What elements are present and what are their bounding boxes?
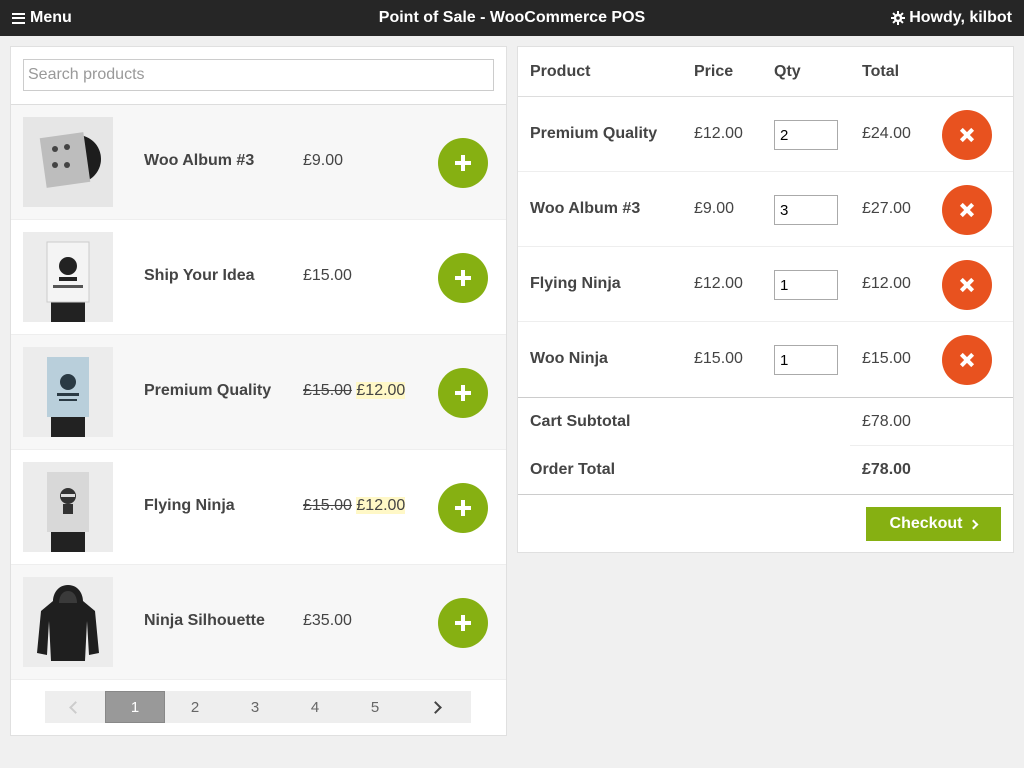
cart-item-name: Flying Ninja — [530, 275, 621, 292]
regular-price: £15.00 — [303, 382, 352, 399]
product-price: £35.00 — [303, 612, 352, 629]
product-list: Woo Album #3 £9.00 Ship Your Idea £15.00 — [11, 105, 506, 680]
chevron-right-icon — [969, 519, 979, 529]
user-menu[interactable]: Howdy, kilbot — [891, 9, 1012, 27]
next-page-button[interactable] — [405, 691, 465, 723]
cart-item: Woo Album #3 £9.00 £27.00 — [518, 172, 1013, 247]
cart-header: Product Price Qty Total — [518, 47, 1013, 97]
close-icon — [956, 124, 979, 147]
search-input[interactable] — [23, 59, 494, 91]
plus-icon — [455, 615, 471, 631]
poster-thumbnail — [23, 462, 113, 552]
remove-item-button[interactable] — [942, 185, 992, 235]
remove-item-button[interactable] — [942, 335, 992, 385]
quantity-input[interactable] — [774, 270, 838, 300]
plus-icon — [455, 270, 471, 286]
close-icon — [956, 274, 979, 297]
page-button-4[interactable]: 4 — [285, 691, 345, 723]
product-price: £15.00 £12.00 — [303, 382, 406, 400]
add-to-cart-button[interactable] — [438, 483, 488, 533]
subtotal-value: £78.00 — [862, 413, 911, 430]
prev-page-button[interactable] — [45, 691, 105, 723]
cart-item-name: Premium Quality — [530, 125, 658, 142]
add-to-cart-button[interactable] — [438, 253, 488, 303]
close-icon — [956, 349, 979, 372]
cart-item-total: £24.00 — [862, 125, 911, 142]
sale-price: £12.00 — [356, 497, 406, 514]
column-product: Product — [530, 63, 591, 80]
quantity-input[interactable] — [774, 120, 838, 150]
add-to-cart-button[interactable] — [438, 138, 488, 188]
cart-item-name: Woo Ninja — [530, 350, 608, 367]
cart-item-price: £9.00 — [694, 200, 735, 217]
checkout-label: Checkout — [889, 515, 963, 532]
plus-icon — [455, 385, 471, 401]
hoodie-thumbnail — [23, 577, 113, 667]
product-name: Premium Quality — [144, 382, 272, 399]
product-price: £15.00 — [303, 267, 352, 284]
page-button-2[interactable]: 2 — [165, 691, 225, 723]
product-row: Flying Ninja £15.00 £12.00 — [11, 450, 506, 565]
cart-item: Woo Ninja £15.00 £15.00 — [518, 322, 1013, 397]
product-row: Ninja Silhouette £35.00 — [11, 565, 506, 680]
product-name: Ship Your Idea — [144, 267, 255, 284]
cart-item-price: £15.00 — [694, 350, 743, 367]
cart-item: Flying Ninja £12.00 £12.00 — [518, 247, 1013, 322]
column-total: Total — [862, 63, 900, 80]
plus-icon — [455, 155, 471, 171]
cart-subtotal-row: Cart Subtotal £78.00 — [518, 398, 1013, 446]
gear-icon — [891, 11, 906, 25]
app-title: Point of Sale - WooCommerce POS — [378, 9, 646, 26]
chevron-right-icon — [428, 700, 442, 714]
chevron-left-icon — [68, 700, 82, 714]
page-button-3[interactable]: 3 — [225, 691, 285, 723]
sale-price: £12.00 — [356, 382, 406, 399]
close-icon — [956, 199, 979, 222]
page-button-1[interactable]: 1 — [105, 691, 165, 723]
user-greeting: Howdy, kilbot — [909, 9, 1012, 26]
order-total-label: Order Total — [530, 461, 616, 478]
add-to-cart-button[interactable] — [438, 598, 488, 648]
product-row: Premium Quality £15.00 £12.00 — [11, 335, 506, 450]
poster-thumbnail — [23, 347, 113, 437]
remove-item-button[interactable] — [942, 110, 992, 160]
order-total-value: £78.00 — [862, 461, 911, 478]
checkout-bar: Checkout — [518, 494, 1013, 554]
quantity-input[interactable] — [774, 345, 838, 375]
cart-item-name: Woo Album #3 — [530, 200, 641, 217]
search-bar — [11, 47, 506, 105]
cart-item-total: £27.00 — [862, 200, 911, 217]
checkout-button[interactable]: Checkout — [866, 507, 1001, 541]
product-name: Flying Ninja — [144, 497, 235, 514]
cart-item: Premium Quality £12.00 £24.00 — [518, 97, 1013, 172]
plus-icon — [455, 500, 471, 516]
poster-thumbnail — [23, 232, 113, 322]
remove-item-button[interactable] — [942, 260, 992, 310]
cart-item-price: £12.00 — [694, 125, 743, 142]
product-price: £9.00 — [303, 152, 344, 169]
top-bar: Menu Point of Sale - WooCommerce POS How… — [0, 0, 1024, 36]
subtotal-label: Cart Subtotal — [530, 413, 631, 430]
order-total-row: Order Total £78.00 — [518, 446, 1013, 494]
product-name: Ninja Silhouette — [144, 612, 265, 629]
page-button-5[interactable]: 5 — [345, 691, 405, 723]
product-name: Woo Album #3 — [144, 152, 255, 169]
pagination: 1 2 3 4 5 — [45, 691, 471, 723]
cart-item-price: £12.00 — [694, 275, 743, 292]
product-row: Ship Your Idea £15.00 — [11, 220, 506, 335]
cart-item-total: £12.00 — [862, 275, 911, 292]
quantity-input[interactable] — [774, 195, 838, 225]
products-panel: Woo Album #3 £9.00 Ship Your Idea £15.00 — [10, 46, 507, 736]
product-row: Woo Album #3 £9.00 — [11, 105, 506, 220]
cart-panel: Product Price Qty Total Premium Quality … — [517, 46, 1014, 553]
column-qty: Qty — [774, 63, 801, 80]
add-to-cart-button[interactable] — [438, 368, 488, 418]
regular-price: £15.00 — [303, 497, 352, 514]
album-thumbnail — [23, 117, 113, 207]
product-price: £15.00 £12.00 — [303, 497, 406, 515]
cart-item-total: £15.00 — [862, 350, 911, 367]
column-price: Price — [694, 63, 734, 80]
